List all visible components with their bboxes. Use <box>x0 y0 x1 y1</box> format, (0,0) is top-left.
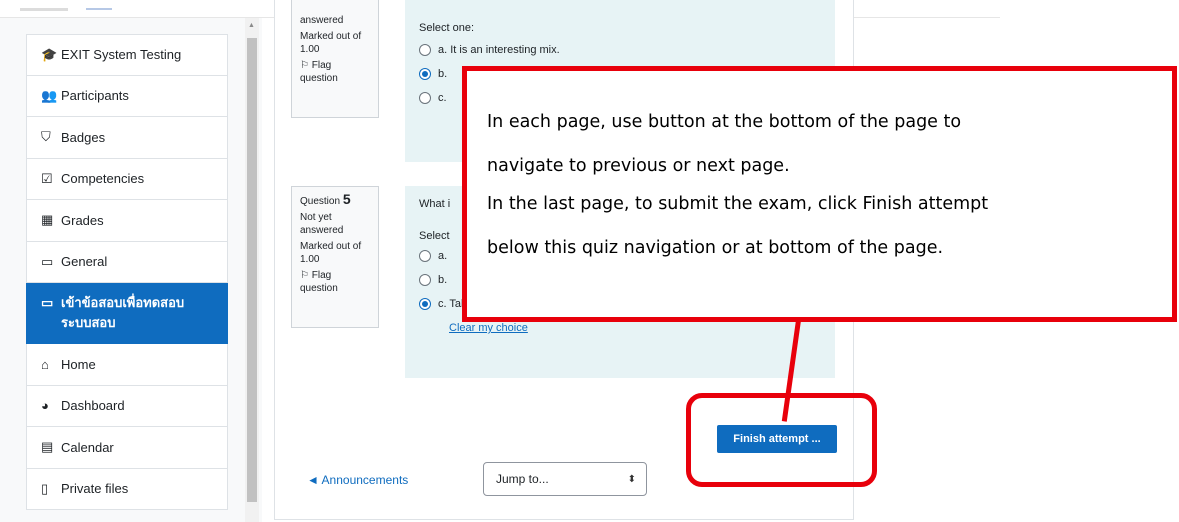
clear-choice-link[interactable]: Clear my choice <box>449 322 528 334</box>
radio-button[interactable] <box>419 250 431 262</box>
sidebar-item-badges[interactable]: ⛉ Badges <box>26 117 228 159</box>
question-label: Question <box>300 196 341 207</box>
finish-button-highlight <box>686 393 877 487</box>
instruction-callout: In each page, use button at the bottom o… <box>462 66 1177 322</box>
jump-to-select[interactable]: Jump to... ⬍ <box>483 462 647 496</box>
flag-question-link[interactable]: ⚐ Flag question <box>300 59 370 85</box>
question-status: Not yet answered <box>300 212 344 236</box>
question-prompt: Select one: <box>419 22 475 34</box>
question-4-info: answered Marked out of 1.00 ⚐ Flag quest… <box>291 0 379 118</box>
callout-line: In the last page, to submit the exam, cl… <box>487 194 989 214</box>
shield-icon: ⛉ <box>41 129 51 145</box>
question-mark: Marked out of 1.00 <box>300 241 362 265</box>
sidebar-item-competencies[interactable]: ☑ Competencies <box>26 158 228 200</box>
dashboard-icon: ◕ <box>41 398 49 414</box>
radio-button[interactable] <box>419 92 431 104</box>
sidebar-item-label: Private files <box>61 481 129 497</box>
option-label: a. <box>438 250 448 262</box>
checkbox-icon: ☑ <box>41 170 53 186</box>
table-icon: ▦ <box>41 212 54 228</box>
question-number: Question 5 <box>300 191 370 208</box>
sidebar-item-label: Grades <box>61 212 104 228</box>
sidebar-item-label: Competencies <box>61 171 145 187</box>
top-bar-decoration <box>86 8 112 10</box>
sidebar-item-label: Dashboard <box>61 398 125 414</box>
sidebar-item-label: Calendar <box>61 439 114 455</box>
callout-line: In each page, use button at the bottom o… <box>487 112 962 132</box>
graduation-cap-icon: 🎓 <box>41 46 58 62</box>
option-label: b. <box>438 68 448 80</box>
question-number-value: 5 <box>342 191 351 207</box>
sidebar-item-private-files[interactable]: ▯ Private files <box>26 468 228 510</box>
sidebar-item-label: Badges <box>61 129 106 145</box>
top-bar-decoration <box>20 8 68 11</box>
answer-option[interactable]: a. It is an interesting mix. <box>419 38 821 62</box>
option-label: b. <box>438 274 448 286</box>
sidebar-item-label: Participants <box>61 88 129 104</box>
radio-button[interactable] <box>419 298 431 310</box>
sidebar-item-label: EXIT System Testing <box>61 47 182 63</box>
flag-question-link[interactable]: ⚐ Flag question <box>300 269 370 295</box>
question-status: answered <box>300 15 344 26</box>
radio-button[interactable] <box>419 274 431 286</box>
folder-icon: ▭ <box>41 295 54 310</box>
jump-to-label: Jump to... <box>496 472 549 486</box>
question-mark: Marked out of 1.00 <box>300 31 362 55</box>
folder-icon: ▭ <box>41 253 54 269</box>
sidebar-item-dashboard[interactable]: ◕ Dashboard <box>26 385 228 427</box>
sidebar-item-exit-system-testing[interactable]: 🎓 EXIT System Testing <box>26 34 228 76</box>
users-icon: 👥 <box>41 87 58 103</box>
sidebar-item-home[interactable]: ⌂ Home <box>26 344 228 386</box>
flag-icon: ⚐ <box>300 270 309 281</box>
question-5-info: Question 5 Not yet answered Marked out o… <box>291 186 379 328</box>
sidebar-item-participants[interactable]: 👥 Participants <box>26 75 228 117</box>
sidebar-item-general[interactable]: ▭ General <box>26 241 228 283</box>
sidebar-item-label: General <box>61 254 108 270</box>
sidebar-item-label: เข้าข้อสอบเพื่อทดสอบ ระบบสอบ <box>61 295 185 330</box>
flag-icon: ⚐ <box>300 60 309 71</box>
announcements-link[interactable]: ◄ Announcements <box>307 473 408 487</box>
sidebar-item-calendar[interactable]: ▤ Calendar <box>26 427 228 469</box>
sidebar-item-exam-section[interactable]: ▭ เข้าข้อสอบเพื่อทดสอบ ระบบสอบ <box>26 283 228 344</box>
sidebar-item-label: Home <box>61 356 96 372</box>
home-icon: ⌂ <box>41 356 49 372</box>
option-label: c. <box>438 92 447 104</box>
sidebar-item-grades[interactable]: ▦ Grades <box>26 200 228 242</box>
sidebar-scrollbar[interactable]: ▲ <box>245 18 259 522</box>
file-icon: ▯ <box>41 480 49 496</box>
select-caret-icon: ⬍ <box>627 473 636 485</box>
callout-line: navigate to previous or next page. <box>487 156 790 176</box>
scrollbar-thumb[interactable] <box>247 38 257 502</box>
callout-line: below this quiz navigation or at bottom … <box>487 238 944 258</box>
radio-button[interactable] <box>419 68 431 80</box>
option-label: a. It is an interesting mix. <box>438 44 560 56</box>
calendar-icon: ▤ <box>41 439 54 455</box>
sidebar-list: 🎓 EXIT System Testing 👥 Participants ⛉ B… <box>26 34 228 510</box>
course-sidebar: 🎓 EXIT System Testing 👥 Participants ⛉ B… <box>0 18 262 522</box>
scroll-up-arrow-icon[interactable]: ▲ <box>248 22 255 29</box>
radio-button[interactable] <box>419 44 431 56</box>
